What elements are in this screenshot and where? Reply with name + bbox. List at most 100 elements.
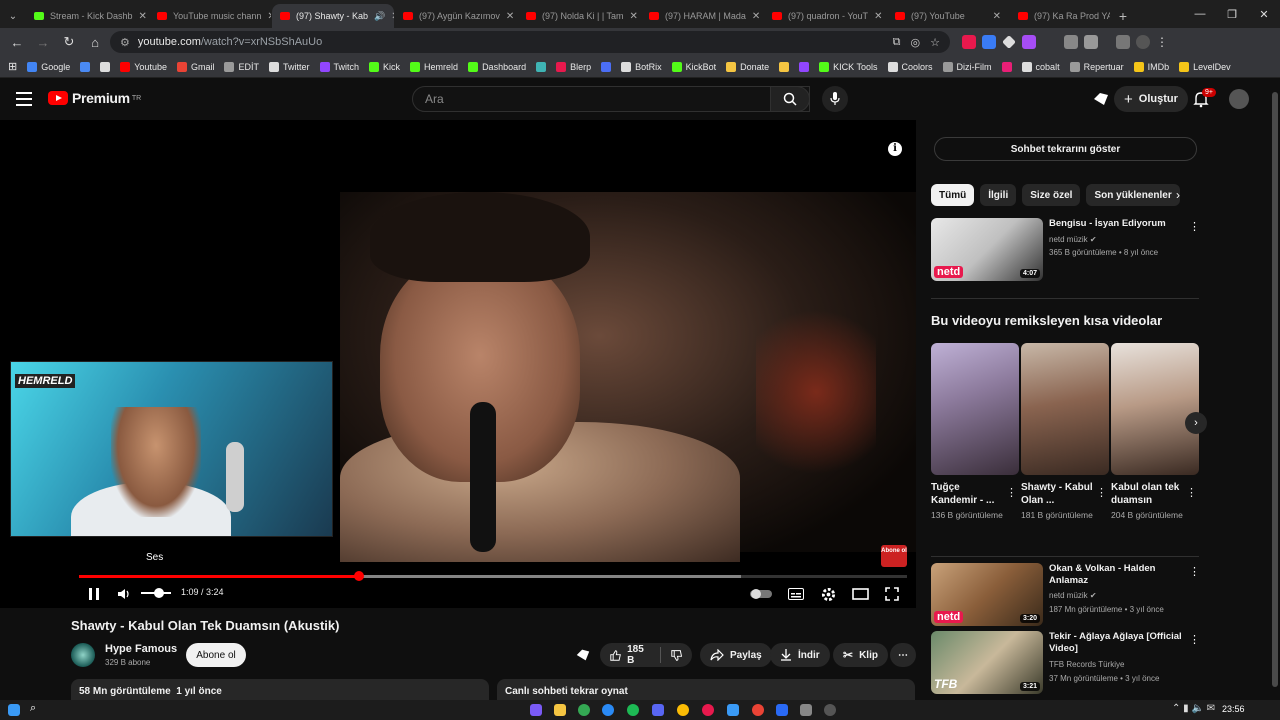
recommended-video[interactable]: netd 4:07 Bengisu - İsyan Ediyorum netd …	[931, 218, 1201, 282]
chip-for-you[interactable]: Size özel	[1022, 184, 1081, 206]
profile-avatar-icon[interactable]	[1136, 35, 1150, 49]
reload-icon[interactable]: ↻	[58, 31, 80, 53]
more-vertical-icon[interactable]: ⋮	[1006, 486, 1017, 499]
eye-off-icon[interactable]: ◎	[911, 36, 921, 49]
scrollbar-thumb[interactable]	[1272, 92, 1278, 687]
mute-button[interactable]	[116, 584, 132, 604]
extension-diamond-icon[interactable]	[1002, 35, 1016, 49]
chrome-icon[interactable]	[677, 704, 689, 716]
create-button[interactable]: + Oluştur	[1114, 86, 1188, 112]
youtube-logo[interactable]: Premium TR	[48, 90, 141, 106]
bookmark-item[interactable]: Gmail	[176, 61, 214, 72]
account-avatar[interactable]	[1229, 89, 1249, 109]
more-vertical-icon[interactable]: ⋮	[1189, 220, 1200, 233]
bookmark-item[interactable]	[80, 61, 91, 72]
taskbar-clock[interactable]: 23:56	[1222, 704, 1245, 714]
recommended-video[interactable]: netd 3:20 Okan & Volkan - Halden Anlamaz…	[931, 563, 1201, 627]
shorts-next-chevron-icon[interactable]: ›	[1185, 412, 1207, 434]
bookmark-item[interactable]: Hemreld	[410, 61, 458, 72]
show-chat-replay-button[interactable]: Sohbet tekrarını göster	[934, 137, 1197, 161]
browser-menu-icon[interactable]: ⋮	[1156, 35, 1168, 49]
short-thumbnail[interactable]	[1111, 343, 1199, 475]
channel-avatar[interactable]	[71, 643, 95, 667]
autoplay-toggle[interactable]	[750, 584, 772, 604]
premium-spark-icon[interactable]	[1092, 90, 1110, 108]
close-tab-icon[interactable]: ✕	[993, 11, 1001, 22]
short-title[interactable]: Tuğçe Kandemir - ...	[931, 481, 1005, 507]
close-tab-icon[interactable]: ✕	[752, 11, 760, 22]
premium-sparkle-button[interactable]	[575, 643, 591, 667]
taskbar-app-icon[interactable]	[824, 704, 836, 716]
more-vertical-icon[interactable]: ⋮	[1189, 565, 1200, 578]
close-tab-icon[interactable]: ✕	[139, 11, 147, 22]
taskbar-app-icon[interactable]	[702, 704, 714, 716]
fullscreen-button[interactable]	[884, 584, 900, 604]
url-field[interactable]: ⚙ youtube.com/watch?v=xrNSbShAuUo ⧉ ◎ ☆	[110, 31, 950, 53]
bookmark-item[interactable]: Twitch	[319, 61, 359, 72]
page-scrollbar[interactable]	[1272, 80, 1278, 700]
maximize-icon[interactable]: ❐	[1216, 8, 1248, 21]
download-button[interactable]: İndir	[770, 643, 830, 667]
tab-search-icon[interactable]: ⌄	[0, 4, 26, 28]
chip-related[interactable]: İlgili	[980, 184, 1017, 206]
discord-icon[interactable]	[652, 704, 664, 716]
close-tab-icon[interactable]: ✕	[506, 11, 514, 22]
browser-tab[interactable]: YouTube music chann ✕	[149, 4, 271, 28]
taskbar-app-icon[interactable]	[800, 704, 812, 716]
bookmark-item[interactable]: KickBot	[671, 61, 716, 72]
search-input[interactable]: Ara	[412, 86, 810, 112]
bookmark-item[interactable]: KICK Tools	[819, 61, 878, 72]
more-vertical-icon[interactable]: ⋮	[1189, 633, 1200, 646]
bookmark-item[interactable]: Twitter	[269, 61, 310, 72]
bookmark-item[interactable]: Donate	[726, 61, 769, 72]
file-explorer-icon[interactable]	[554, 704, 566, 716]
browser-tab[interactable]: (97) YouTube ✕	[887, 4, 1009, 28]
recommended-video[interactable]: TFB 3:21 Tekir - Ağlaya Ağlaya [Official…	[931, 631, 1201, 695]
browser-tab-active[interactable]: (97) Shawty - Kab 🔊 ✕	[272, 4, 394, 28]
spotify-icon[interactable]	[627, 704, 639, 716]
back-icon[interactable]: ←	[6, 31, 28, 53]
bookmark-item[interactable]: Blerp	[556, 61, 591, 72]
short-thumbnail[interactable]	[931, 343, 1019, 475]
video-title[interactable]: Tekir - Ağlaya Ağlaya [Official Video]	[1049, 631, 1184, 655]
share-button[interactable]: Paylaş	[700, 643, 772, 667]
close-tab-icon[interactable]: ✕	[630, 11, 638, 22]
browser-tab[interactable]: (97) Nolda Ki | | Tam ✕	[518, 4, 640, 28]
bookmark-item[interactable]: LevelDev	[1179, 61, 1231, 72]
theater-mode-button[interactable]	[851, 584, 869, 604]
close-tab-icon[interactable]: ✕	[391, 11, 394, 22]
more-actions-button[interactable]: ⋯	[890, 643, 916, 667]
bookmark-item[interactable]: IMDb	[1133, 61, 1169, 72]
voice-search-button[interactable]	[822, 86, 848, 112]
browser-tab[interactable]: (97) Ka Ra Prod YAR	[1010, 4, 1110, 28]
thumbs-down-icon[interactable]	[670, 649, 682, 662]
taskbar-app-icon[interactable]	[530, 704, 542, 716]
edge-icon[interactable]	[602, 704, 614, 716]
close-tab-icon[interactable]: ✕	[874, 11, 882, 22]
chip-all[interactable]: Tümü	[931, 184, 975, 206]
search-icon[interactable]: ⌕	[30, 702, 42, 714]
volume-slider[interactable]	[141, 588, 171, 598]
bookmark-item[interactable]: Dizi-Film	[942, 61, 992, 72]
media-control-icon[interactable]	[1116, 35, 1130, 49]
browser-tab[interactable]: Stream - Kick Dashb ✕	[26, 4, 148, 28]
video-player[interactable]: HEMRELD i Abone ol Ses 1:09 / 3:24	[0, 120, 916, 608]
bookmark-item[interactable]: EDİT	[224, 61, 259, 72]
clip-button[interactable]: ✂ Klip	[833, 643, 888, 667]
bookmark-item[interactable]	[799, 61, 810, 72]
bookmark-item[interactable]: Kick	[369, 61, 400, 72]
channel-name[interactable]: TFB Records Türkiye	[1049, 660, 1124, 669]
subtitles-button[interactable]	[788, 584, 804, 604]
short-title[interactable]: Kabul olan tek duamsın	[1111, 481, 1185, 507]
channel-name[interactable]: netd müzik ✔	[1049, 591, 1097, 600]
progress-bar[interactable]	[79, 571, 907, 581]
video-thumbnail[interactable]: TFB 3:21	[931, 631, 1043, 694]
close-window-icon[interactable]: ✕	[1248, 8, 1280, 21]
close-tab-icon[interactable]: ✕	[267, 11, 271, 22]
bookmark-item[interactable]	[100, 61, 111, 72]
bookmark-item[interactable]: Coolors	[887, 61, 933, 72]
chrome-icon[interactable]	[578, 704, 590, 716]
extension-purple-icon[interactable]	[1022, 35, 1036, 49]
apps-grid-icon[interactable]: ⊞	[8, 60, 17, 73]
menu-icon[interactable]	[16, 92, 32, 106]
